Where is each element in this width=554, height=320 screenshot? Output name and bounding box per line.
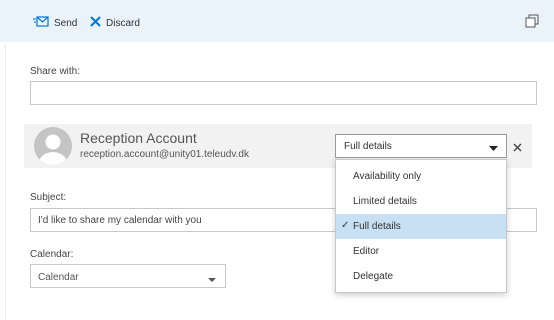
caret-down-icon bbox=[208, 274, 216, 285]
pane-divider bbox=[5, 44, 6, 320]
x-icon bbox=[90, 16, 101, 30]
permission-option[interactable]: Limited details bbox=[336, 189, 506, 214]
permission-option[interactable]: Delegate bbox=[336, 264, 506, 289]
permission-option[interactable]: Editor bbox=[336, 239, 506, 264]
envelope-send-icon bbox=[33, 15, 49, 31]
close-icon[interactable] bbox=[513, 139, 522, 157]
permission-option-label: Editor bbox=[353, 246, 380, 257]
command-bar: Send Discard bbox=[0, 0, 554, 42]
calendar-label: Calendar: bbox=[30, 249, 74, 260]
permission-option-label: Full details bbox=[353, 221, 401, 232]
subject-label: Subject: bbox=[30, 192, 67, 203]
discard-label: Discard bbox=[106, 17, 140, 29]
permission-select[interactable]: Full details bbox=[335, 134, 507, 158]
permission-option-selected[interactable]: ✓ Full details bbox=[336, 214, 506, 239]
calendar-selected-value: Calendar bbox=[38, 272, 79, 283]
permission-dropdown-menu: Availability only Limited details ✓ Full… bbox=[335, 159, 507, 293]
permission-option[interactable]: Availability only bbox=[336, 164, 506, 189]
caret-down-icon bbox=[489, 143, 498, 154]
share-with-label: Share with: bbox=[30, 66, 81, 77]
send-label: Send bbox=[54, 17, 78, 29]
permission-option-label: Limited details bbox=[353, 196, 417, 207]
person-avatar-icon bbox=[34, 127, 72, 165]
checkmark-icon: ✓ bbox=[341, 220, 350, 231]
permission-option-label: Delegate bbox=[353, 271, 394, 282]
permission-option-label: Availability only bbox=[353, 171, 422, 182]
send-button[interactable]: Send bbox=[33, 14, 77, 32]
recipient-name: Reception Account bbox=[80, 130, 197, 146]
discard-button[interactable]: Discard bbox=[90, 14, 140, 32]
recipient-email: reception.account@unity01.teleudv.dk bbox=[80, 149, 249, 160]
popout-window-icon[interactable] bbox=[525, 14, 539, 33]
calendar-select[interactable]: Calendar bbox=[30, 264, 226, 288]
share-with-input[interactable] bbox=[30, 81, 537, 105]
permission-selected-value: Full details bbox=[344, 141, 392, 152]
